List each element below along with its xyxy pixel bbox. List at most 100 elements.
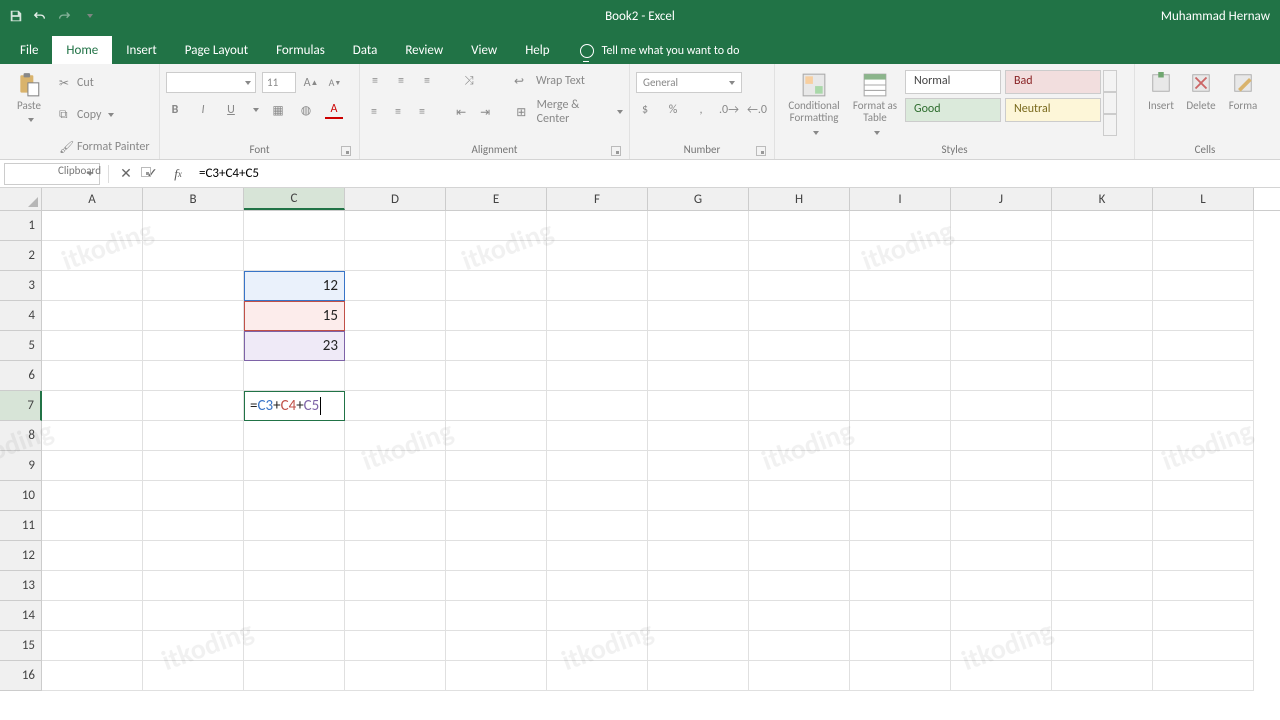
cell-D5[interactable] bbox=[345, 331, 446, 361]
cell-D4[interactable] bbox=[345, 301, 446, 331]
cell-A6[interactable] bbox=[42, 361, 143, 391]
cell-H7[interactable] bbox=[749, 391, 850, 421]
cell-H2[interactable] bbox=[749, 241, 850, 271]
tab-review[interactable]: Review bbox=[391, 36, 457, 64]
column-header[interactable]: C bbox=[244, 188, 345, 210]
cell-J12[interactable] bbox=[951, 541, 1052, 571]
column-header[interactable]: E bbox=[446, 188, 547, 210]
cell-I5[interactable] bbox=[850, 331, 951, 361]
cell-I11[interactable] bbox=[850, 511, 951, 541]
cell-D14[interactable] bbox=[345, 601, 446, 631]
row-header[interactable]: 5 bbox=[0, 331, 42, 361]
cell-C11[interactable] bbox=[244, 511, 345, 541]
cell-L7[interactable] bbox=[1153, 391, 1254, 421]
cell-E16[interactable] bbox=[446, 661, 547, 691]
cell-E1[interactable] bbox=[446, 211, 547, 241]
cell-E13[interactable] bbox=[446, 571, 547, 601]
cell-B9[interactable] bbox=[143, 451, 244, 481]
italic-button[interactable]: I bbox=[194, 101, 212, 119]
dialog-launcher-icon[interactable] bbox=[756, 146, 766, 156]
worksheet-grid[interactable]: ABCDEFGHIJKL 1231241552367=C3+C4+C589101… bbox=[0, 188, 1280, 720]
cell-L13[interactable] bbox=[1153, 571, 1254, 601]
cell-I2[interactable] bbox=[850, 241, 951, 271]
cell-B14[interactable] bbox=[143, 601, 244, 631]
cell-K1[interactable] bbox=[1052, 211, 1153, 241]
cell-L11[interactable] bbox=[1153, 511, 1254, 541]
style-normal[interactable]: Normal bbox=[905, 70, 1001, 94]
cell-D12[interactable] bbox=[345, 541, 446, 571]
cell-K13[interactable] bbox=[1052, 571, 1153, 601]
cell-I12[interactable] bbox=[850, 541, 951, 571]
cell-E14[interactable] bbox=[446, 601, 547, 631]
cell-I14[interactable] bbox=[850, 601, 951, 631]
cell-L9[interactable] bbox=[1153, 451, 1254, 481]
column-header[interactable]: G bbox=[648, 188, 749, 210]
cell-E15[interactable] bbox=[446, 631, 547, 661]
cell-L12[interactable] bbox=[1153, 541, 1254, 571]
column-header[interactable]: B bbox=[143, 188, 244, 210]
cell-D15[interactable] bbox=[345, 631, 446, 661]
row-header[interactable]: 13 bbox=[0, 571, 42, 601]
cell-C6[interactable] bbox=[244, 361, 345, 391]
cell-A10[interactable] bbox=[42, 481, 143, 511]
cell-F5[interactable] bbox=[547, 331, 648, 361]
cell-H8[interactable] bbox=[749, 421, 850, 451]
cell-H4[interactable] bbox=[749, 301, 850, 331]
cell-E10[interactable] bbox=[446, 481, 547, 511]
redo-icon[interactable] bbox=[56, 8, 72, 24]
row-header[interactable]: 2 bbox=[0, 241, 42, 271]
cell-F9[interactable] bbox=[547, 451, 648, 481]
row-header[interactable]: 12 bbox=[0, 541, 42, 571]
cell-L10[interactable] bbox=[1153, 481, 1254, 511]
cell-C10[interactable] bbox=[244, 481, 345, 511]
decrease-indent-icon[interactable]: ⇤ bbox=[453, 103, 469, 121]
cell-G5[interactable] bbox=[648, 331, 749, 361]
cell-C13[interactable] bbox=[244, 571, 345, 601]
style-bad[interactable]: Bad bbox=[1005, 70, 1101, 94]
cell-C14[interactable] bbox=[244, 601, 345, 631]
cell-D2[interactable] bbox=[345, 241, 446, 271]
cell-F16[interactable] bbox=[547, 661, 648, 691]
align-top-icon[interactable]: ≡ bbox=[366, 72, 384, 90]
cell-L5[interactable] bbox=[1153, 331, 1254, 361]
cell-E3[interactable] bbox=[446, 271, 547, 301]
cell-A15[interactable] bbox=[42, 631, 143, 661]
column-header[interactable]: F bbox=[547, 188, 648, 210]
column-header[interactable]: K bbox=[1052, 188, 1153, 210]
select-all-button[interactable] bbox=[0, 188, 42, 210]
cell-H6[interactable] bbox=[749, 361, 850, 391]
cell-I1[interactable] bbox=[850, 211, 951, 241]
row-header[interactable]: 11 bbox=[0, 511, 42, 541]
column-header[interactable]: D bbox=[345, 188, 446, 210]
row-header[interactable]: 8 bbox=[0, 421, 42, 451]
cell-F15[interactable] bbox=[547, 631, 648, 661]
save-icon[interactable] bbox=[8, 8, 24, 24]
cell-A13[interactable] bbox=[42, 571, 143, 601]
cell-I15[interactable] bbox=[850, 631, 951, 661]
cell-A7[interactable] bbox=[42, 391, 143, 421]
cell-A9[interactable] bbox=[42, 451, 143, 481]
cell-H3[interactable] bbox=[749, 271, 850, 301]
increase-indent-icon[interactable]: ⇥ bbox=[477, 103, 493, 121]
accounting-format-icon[interactable]: $ bbox=[636, 101, 654, 119]
cell-styles-gallery[interactable]: Normal Bad Good Neutral bbox=[903, 68, 1103, 138]
cell-J8[interactable] bbox=[951, 421, 1052, 451]
font-color-icon[interactable]: A bbox=[325, 101, 343, 119]
cell-F8[interactable] bbox=[547, 421, 648, 451]
column-header[interactable]: J bbox=[951, 188, 1052, 210]
cell-E7[interactable] bbox=[446, 391, 547, 421]
row-header[interactable]: 7 bbox=[0, 391, 42, 421]
cell-E8[interactable] bbox=[446, 421, 547, 451]
gallery-scroll[interactable] bbox=[1103, 68, 1117, 138]
cell-L2[interactable] bbox=[1153, 241, 1254, 271]
cell-D11[interactable] bbox=[345, 511, 446, 541]
row-header[interactable]: 10 bbox=[0, 481, 42, 511]
align-left-icon[interactable]: ≡ bbox=[366, 103, 382, 121]
qat-customize-icon[interactable] bbox=[80, 8, 96, 24]
cell-D13[interactable] bbox=[345, 571, 446, 601]
cell-E12[interactable] bbox=[446, 541, 547, 571]
cell-K3[interactable] bbox=[1052, 271, 1153, 301]
cell-C8[interactable] bbox=[244, 421, 345, 451]
cell-H15[interactable] bbox=[749, 631, 850, 661]
cell-K15[interactable] bbox=[1052, 631, 1153, 661]
